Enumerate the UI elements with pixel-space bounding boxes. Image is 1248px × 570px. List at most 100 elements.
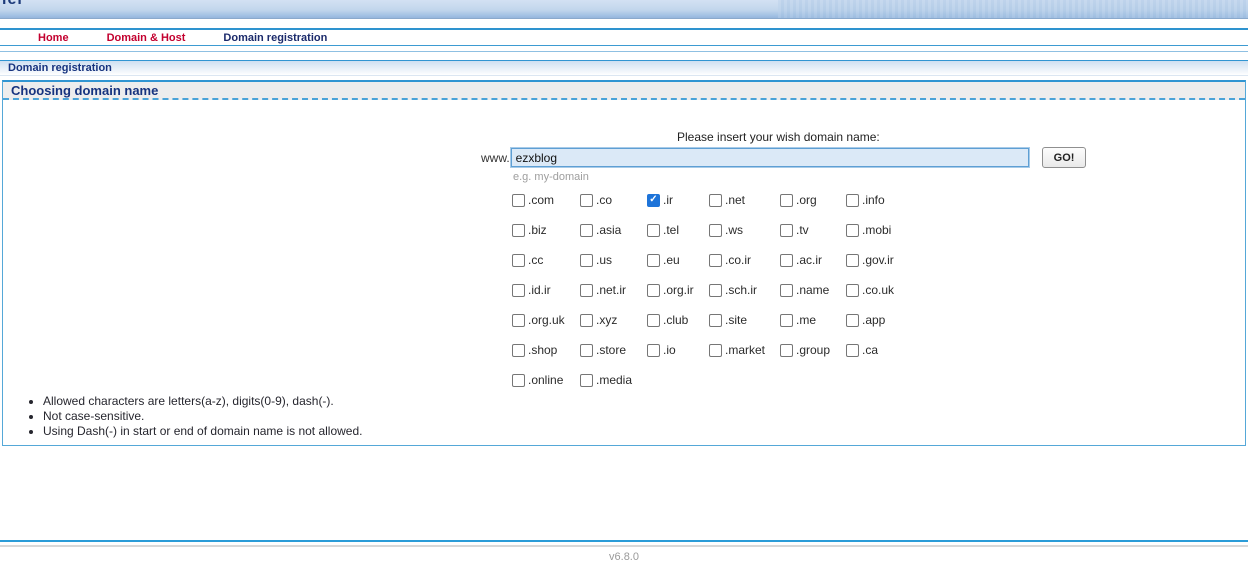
tld-option: .gov.ir: [846, 245, 920, 275]
nav-separator-line: [0, 51, 1248, 52]
tld-option: .online: [512, 365, 580, 395]
tld-checkbox[interactable]: [580, 374, 593, 387]
nav-item-home[interactable]: Home: [38, 32, 69, 44]
tld-checkbox[interactable]: [580, 224, 593, 237]
tld-checkbox[interactable]: [709, 194, 722, 207]
tld-label: .tv: [796, 223, 809, 237]
site-logo: ler: [2, 0, 25, 9]
rule-item: Not case-sensitive.: [43, 409, 362, 423]
tld-checkbox[interactable]: [780, 284, 793, 297]
tld-label: .online: [528, 373, 563, 387]
tld-option: .group: [780, 335, 846, 365]
tld-label: .club: [663, 313, 688, 327]
tld-checkbox[interactable]: [512, 224, 525, 237]
tld-label: .us: [596, 253, 612, 267]
tld-checkbox[interactable]: [512, 194, 525, 207]
tld-checkbox[interactable]: [512, 344, 525, 357]
tld-checkbox[interactable]: [846, 194, 859, 207]
choosing-domain-panel: Choosing domain name Please insert your …: [2, 80, 1246, 446]
tld-option: .net.ir: [580, 275, 647, 305]
www-prefix-label: www.: [481, 151, 510, 165]
tld-label: .sch.ir: [725, 283, 757, 297]
tld-label: .eu: [663, 253, 680, 267]
tld-checkbox[interactable]: [512, 284, 525, 297]
tld-label: .cc: [528, 253, 543, 267]
tld-checkbox[interactable]: [780, 344, 793, 357]
tld-option: .ir: [647, 185, 709, 215]
tld-checkbox[interactable]: [580, 344, 593, 357]
tld-label: .id.ir: [528, 283, 551, 297]
tld-option: .io: [647, 335, 709, 365]
tld-option: .ac.ir: [780, 245, 846, 275]
tld-checkbox[interactable]: [647, 344, 660, 357]
domain-name-input[interactable]: [511, 148, 1029, 167]
tld-checkbox[interactable]: [709, 284, 722, 297]
tld-checkbox[interactable]: [780, 254, 793, 267]
tld-checkbox-checked[interactable]: [647, 194, 660, 207]
top-logo-bar: ler: [0, 0, 1248, 19]
domain-input-row: www. GO!: [481, 147, 1086, 168]
tld-label: .store: [596, 343, 626, 357]
tld-checkbox[interactable]: [580, 194, 593, 207]
tld-checkbox[interactable]: [709, 314, 722, 327]
tld-option: .xyz: [580, 305, 647, 335]
tld-option: .market: [709, 335, 780, 365]
tld-checkbox[interactable]: [580, 254, 593, 267]
tld-checkbox[interactable]: [647, 314, 660, 327]
tld-label: .net: [725, 193, 745, 207]
nav-item-domain-host[interactable]: Domain & Host: [107, 32, 186, 44]
tld-checkbox[interactable]: [846, 314, 859, 327]
tld-label: .asia: [596, 223, 621, 237]
tld-checkbox[interactable]: [580, 314, 593, 327]
rules-list: Allowed characters are letters(a-z), dig…: [13, 394, 362, 438]
tld-checkbox[interactable]: [780, 224, 793, 237]
page-title: Choosing domain name: [11, 83, 158, 98]
tld-checkbox[interactable]: [580, 284, 593, 297]
tld-label: .co.ir: [725, 253, 751, 267]
tld-label: .me: [796, 313, 816, 327]
tld-label: .ws: [725, 223, 743, 237]
tld-checkbox[interactable]: [846, 344, 859, 357]
tld-label: .app: [862, 313, 885, 327]
tld-option: .tel: [647, 215, 709, 245]
tld-checkbox[interactable]: [846, 254, 859, 267]
tld-option: .info: [846, 185, 920, 215]
tld-label: .info: [862, 193, 885, 207]
tld-checkbox[interactable]: [709, 224, 722, 237]
tld-option: .sch.ir: [709, 275, 780, 305]
tld-option: .store: [580, 335, 647, 365]
tld-option: .co: [580, 185, 647, 215]
tld-checkbox[interactable]: [780, 314, 793, 327]
tld-label: .co.uk: [862, 283, 894, 297]
tld-checkbox[interactable]: [512, 254, 525, 267]
go-button[interactable]: GO!: [1042, 147, 1087, 168]
tld-checkbox[interactable]: [709, 344, 722, 357]
page: ler Home Domain & Host Domain registrati…: [0, 0, 1248, 570]
tld-label: .ac.ir: [796, 253, 822, 267]
tld-option: .co.uk: [846, 275, 920, 305]
tld-checkbox[interactable]: [780, 194, 793, 207]
tld-checkbox[interactable]: [846, 224, 859, 237]
breadcrumb-bar: Domain registration: [0, 60, 1248, 76]
nav-item-domain-registration[interactable]: Domain registration: [223, 32, 327, 44]
tld-checkbox[interactable]: [512, 374, 525, 387]
tld-checkbox[interactable]: [647, 224, 660, 237]
tld-label: .org.uk: [528, 313, 565, 327]
panel-header: Choosing domain name: [3, 82, 1245, 100]
tld-option: .cc: [512, 245, 580, 275]
tld-checkbox[interactable]: [647, 284, 660, 297]
tld-checkbox[interactable]: [846, 284, 859, 297]
tld-checkbox[interactable]: [647, 254, 660, 267]
tld-option: .asia: [580, 215, 647, 245]
tld-option: .club: [647, 305, 709, 335]
tld-label: .org.ir: [663, 283, 694, 297]
tld-label: .net.ir: [596, 283, 626, 297]
tld-option: .org: [780, 185, 846, 215]
topbar-texture: [778, 0, 1248, 19]
tld-checkbox[interactable]: [512, 314, 525, 327]
tld-label: .ir: [663, 193, 673, 207]
tld-label: .org: [796, 193, 817, 207]
tld-label: .mobi: [862, 223, 891, 237]
tld-option: .media: [580, 365, 647, 395]
tld-checkbox[interactable]: [709, 254, 722, 267]
